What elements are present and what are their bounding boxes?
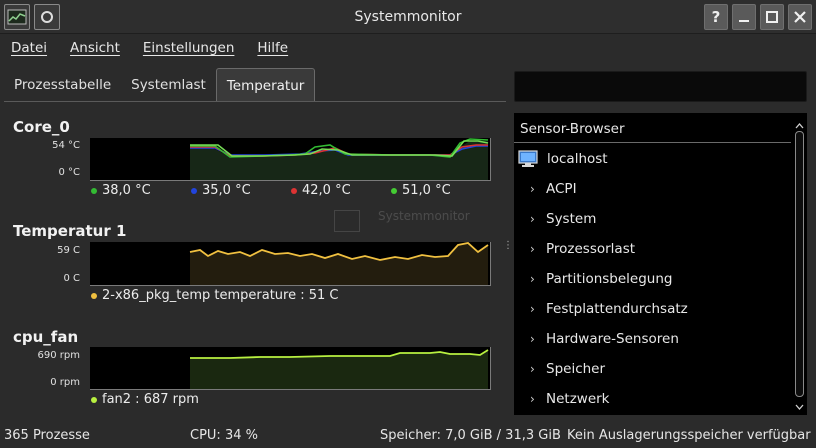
computer-icon [517, 150, 539, 168]
menu-view[interactable]: Ansicht [63, 34, 128, 62]
chevron-right-icon[interactable]: › [530, 272, 540, 286]
plot-cpufan[interactable] [90, 347, 491, 390]
legend-item: 38,0 °C [91, 183, 191, 198]
minimize-button[interactable] [732, 4, 756, 30]
plot-fill-temp1 [190, 243, 488, 285]
legend-dot [91, 396, 97, 403]
chevron-right-icon[interactable]: › [530, 242, 540, 256]
tab-system-load[interactable]: Systemlast [121, 68, 216, 101]
chevron-right-icon[interactable]: › [530, 212, 540, 226]
legend-dot [91, 187, 97, 194]
panel-title-temp1: Temperatur 1 [13, 222, 127, 240]
sensor-scrollbar[interactable] [794, 123, 805, 413]
chevron-right-icon[interactable]: › [530, 182, 540, 196]
tree-item-label: Speicher [546, 361, 606, 377]
legend-label: 51,0 °C [402, 183, 451, 198]
tree-item-label: Festplattendurchsatz [546, 301, 688, 317]
panel-title-cpufan: cpu_fan [13, 328, 79, 346]
y-max-label-cpufan: 690 rpm [37, 350, 80, 361]
title-bar: Systemmonitor ? [0, 0, 816, 34]
legend-cpufan: fan2 : 687 rpm [91, 392, 199, 407]
sensor-search-input[interactable] [514, 71, 807, 102]
legend-item: fan2 : 687 rpm [91, 392, 199, 407]
legend-label: fan2 : 687 rpm [102, 392, 199, 407]
tree-item-label: System [546, 211, 597, 227]
chevron-right-icon[interactable]: › [530, 332, 540, 346]
menu-file[interactable]: Datei [4, 34, 55, 62]
y-min-label-cpufan: 0 rpm [50, 377, 80, 388]
ghost-tooltip-text: Systemmonitor [378, 209, 470, 223]
legend-dot [391, 187, 397, 194]
tree-item-network[interactable]: › Netzwerk [522, 384, 610, 414]
scroll-down-icon[interactable] [794, 404, 805, 413]
sensor-browser: Sensor-Browser localhost › ACPI › System… [514, 113, 807, 415]
legend-label: 42,0 °C [302, 183, 351, 198]
window-title: Systemmonitor [354, 9, 462, 25]
chevron-right-icon[interactable]: › [530, 392, 540, 406]
plot-fill-core0 [190, 141, 488, 180]
legend-temp1: 2-x86_pkg_temp temperature : 51 C [91, 288, 338, 303]
chevron-right-icon[interactable]: › [530, 362, 540, 376]
splitter-handle-icon[interactable]: ⋮ [503, 240, 513, 251]
sensor-browser-header: Sensor-Browser [514, 113, 791, 143]
status-swap: Kein Auslagerungsspeicher verfügbar [567, 428, 811, 443]
status-bar: 365 Prozesse CPU: 34 % Speicher: 7,0 GiB… [0, 424, 816, 448]
tree-item-label: Netzwerk [546, 391, 610, 407]
ghost-tooltip: Systemmonitor [324, 206, 484, 240]
tree-item-system[interactable]: › System [522, 204, 596, 234]
legend-dot [191, 187, 197, 194]
tree-item-hardware-sensors[interactable]: › Hardware-Sensoren [522, 324, 679, 354]
tree-item-label: Partitionsbelegung [546, 271, 673, 287]
legend-item: 42,0 °C [291, 183, 391, 198]
ghost-window-icon [334, 210, 360, 232]
legend-label: 2-x86_pkg_temp temperature : 51 C [102, 288, 339, 303]
status-cpu: CPU: 34 % [190, 428, 258, 443]
tree-item-disk-throughput[interactable]: › Festplattendurchsatz [522, 294, 688, 324]
tree-item-label: Prozessorlast [546, 241, 636, 257]
maximize-button[interactable] [760, 4, 784, 30]
help-button[interactable]: ? [704, 4, 728, 30]
menu-bar: Datei Ansicht Einstellungen Hilfe [0, 34, 816, 62]
status-process-count: 365 Prozesse [4, 428, 90, 443]
legend-label: 35,0 °C [202, 183, 251, 198]
plot-core0[interactable] [90, 138, 491, 181]
status-memory: Speicher: 7,0 GiB / 31,3 GiB [380, 428, 561, 443]
tree-item-label: localhost [547, 151, 608, 167]
tree-item-partition-usage[interactable]: › Partitionsbelegung [522, 264, 672, 294]
tree-item-cpu-load[interactable]: › Prozessorlast [522, 234, 635, 264]
tree-item-label: Hardware-Sensoren [546, 331, 679, 347]
tab-divider [4, 101, 506, 102]
legend-item: 2-x86_pkg_temp temperature : 51 C [91, 288, 338, 303]
y-max-label-temp1: 59 C [57, 245, 80, 256]
menu-settings[interactable]: Einstellungen [136, 34, 243, 62]
tab-temperature[interactable]: Temperatur [215, 68, 316, 101]
close-button[interactable] [788, 4, 812, 30]
y-min-label-core0: 0 °C [58, 167, 80, 178]
legend-dot [291, 187, 297, 194]
legend-dot [91, 292, 97, 299]
legend-core0: 38,0 °C 35,0 °C 42,0 °C 51,0 °C [91, 183, 491, 198]
plot-temp1[interactable] [90, 242, 491, 286]
scrollbar-track[interactable] [795, 131, 804, 397]
panel-title-core0: Core_0 [13, 118, 70, 136]
tree-item-memory[interactable]: › Speicher [522, 354, 605, 384]
menu-help[interactable]: Hilfe [250, 34, 296, 62]
tab-bar: Prozesstabelle Systemlast Temperatur [4, 68, 316, 102]
tab-process-table[interactable]: Prozesstabelle [4, 68, 121, 101]
legend-item: 51,0 °C [391, 183, 491, 198]
tree-item-acpi[interactable]: › ACPI [522, 174, 577, 204]
legend-label: 38,0 °C [102, 183, 151, 198]
tree-item-localhost[interactable]: localhost [514, 144, 608, 174]
legend-item: 35,0 °C [191, 183, 291, 198]
tree-item-label: ACPI [546, 181, 577, 197]
y-max-label-core0: 54 °C [52, 140, 80, 151]
y-min-label-temp1: 0 C [63, 273, 80, 284]
chevron-right-icon[interactable]: › [530, 302, 540, 316]
